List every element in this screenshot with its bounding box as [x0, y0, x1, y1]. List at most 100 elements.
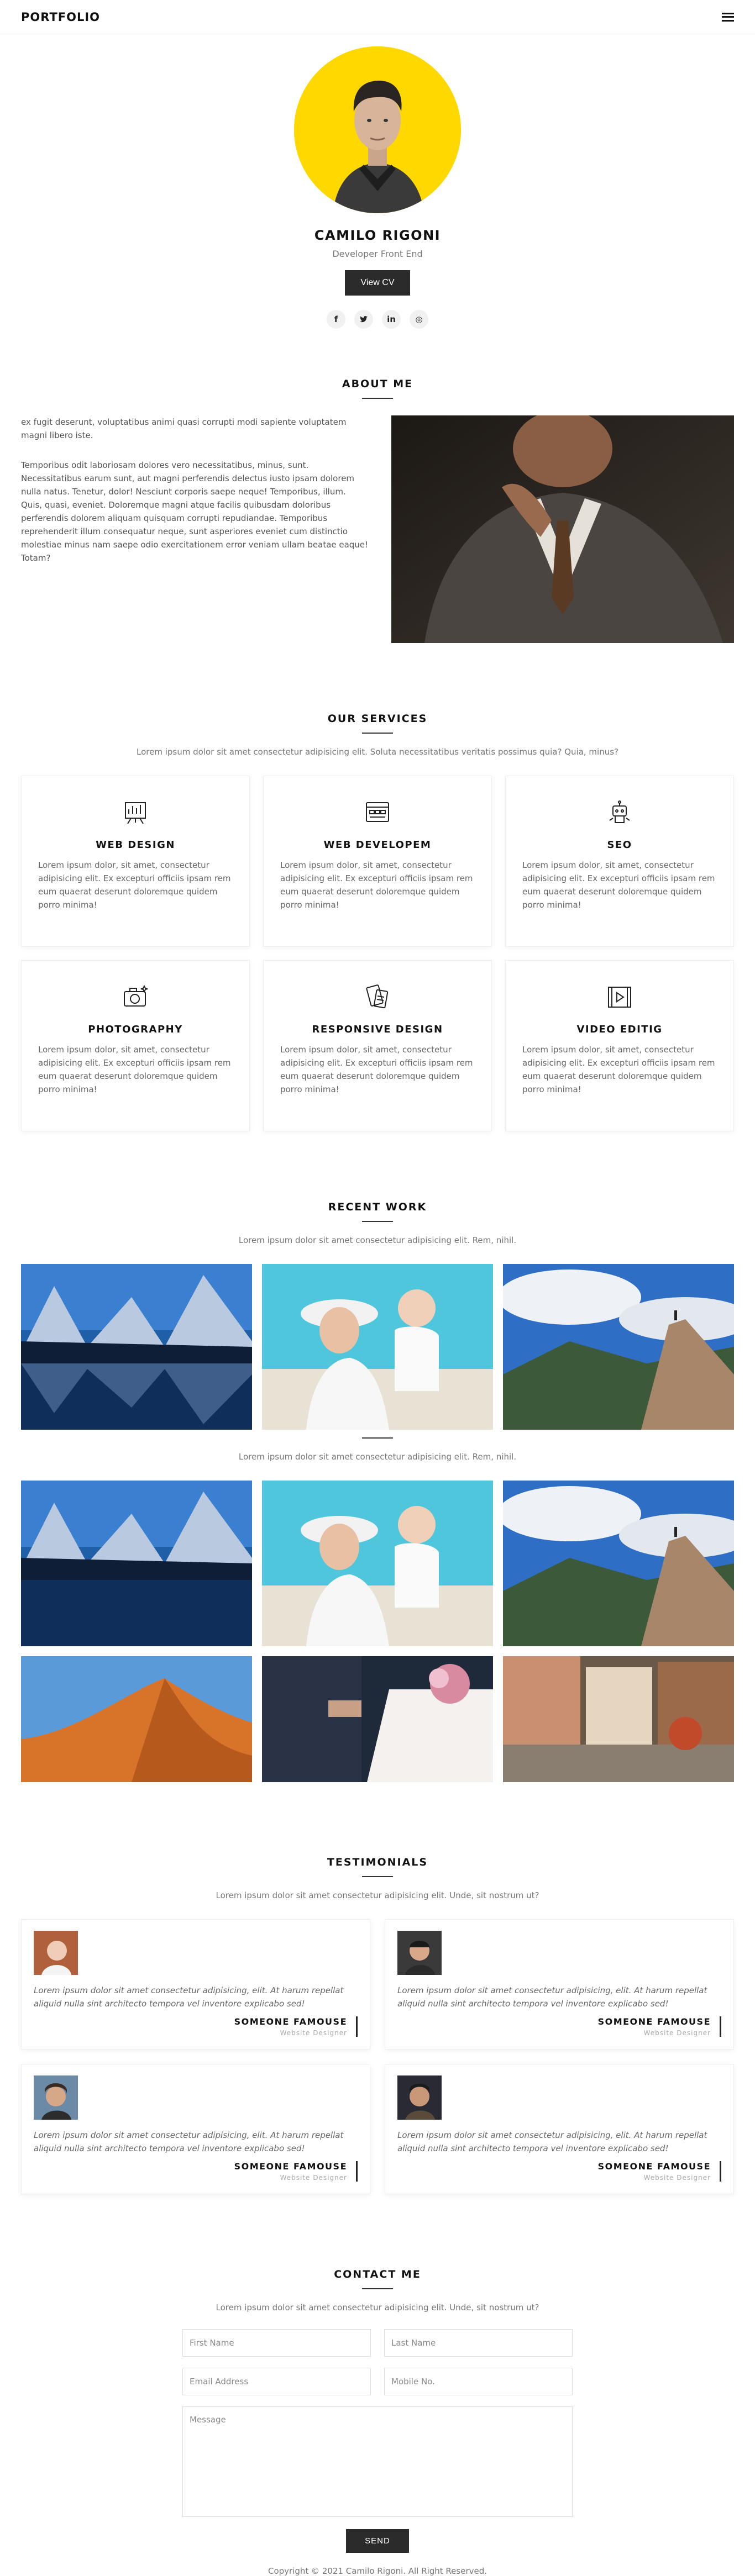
gallery-photo-mother-baby[interactable] [262, 1481, 493, 1646]
testimonials-title: TESTIMONIALS [327, 1856, 428, 1868]
contact-form: First Name Last Name Email Address Mobil… [182, 2329, 573, 2553]
robot-icon [605, 798, 634, 827]
work-title: RECENT WORK [328, 1201, 427, 1213]
brand-logo[interactable]: PORTFOLIO [21, 10, 100, 24]
gallery-photo-wedding[interactable] [262, 1656, 493, 1782]
camera-icon [121, 983, 150, 1012]
devices-icon [363, 983, 392, 1012]
last-name-field[interactable]: Last Name [384, 2329, 573, 2357]
service-card-web-development: WEB DEVELOPEM Lorem ipsum dolor, sit ame… [263, 776, 492, 947]
service-text: Lorem ipsum dolor, sit amet, consectetur… [280, 860, 473, 910]
first-name-field[interactable]: First Name [182, 2329, 371, 2357]
service-card-responsive-design: RESPONSIVE DESIGN Lorem ipsum dolor, sit… [263, 960, 492, 1131]
service-text: Lorem ipsum dolor, sit amet, consectetur… [522, 1045, 715, 1094]
contact-subtitle: Lorem ipsum dolor sit amet consectetur a… [216, 2303, 539, 2312]
gallery-photo-mountain-lake[interactable] [21, 1481, 252, 1646]
gallery-photo-cliff-hiker[interactable] [503, 1481, 734, 1646]
top-navbar: PORTFOLIO [0, 0, 755, 34]
testimonial-name: SOMEONE FAMOUSE [597, 2161, 711, 2172]
service-text: Lorem ipsum dolor, sit amet, consectetur… [280, 1045, 473, 1094]
about-photo [391, 415, 734, 643]
testimonial-avatar [34, 1931, 78, 1975]
title-divider [362, 1437, 393, 1439]
gallery-photo-town-square[interactable] [503, 1656, 734, 1782]
profile-role: Developer Front End [332, 249, 423, 259]
testimonial-card: Lorem ipsum dolor sit amet consectetur a… [385, 1919, 734, 2050]
gallery-row-2 [21, 1481, 734, 1782]
about-title: ABOUT ME [342, 378, 413, 390]
testimonial-avatar [34, 2075, 78, 2120]
services-subtitle: Lorem ipsum dolor sit amet consectetur a… [137, 747, 618, 757]
contact-title: CONTACT ME [334, 2268, 421, 2280]
testimonials-section: TESTIMONIALS Lorem ipsum dolor sit amet … [21, 1856, 734, 2194]
gallery-photo-desert-dune[interactable] [21, 1656, 252, 1782]
title-divider [362, 1221, 393, 1222]
facebook-icon[interactable]: f [327, 310, 345, 329]
gallery-photo-cliff-hiker[interactable] [503, 1264, 734, 1430]
testimonial-avatar [397, 1931, 442, 1975]
service-card-video-editing: VIDEO EDITIG Lorem ipsum dolor, sit amet… [505, 960, 734, 1131]
browser-code-icon [363, 798, 392, 827]
social-links: f in ◎ [0, 310, 755, 329]
testimonial-card: Lorem ipsum dolor sit amet consectetur a… [21, 2064, 370, 2194]
hamburger-menu-icon[interactable] [722, 12, 734, 22]
testimonial-role: Website Designer [643, 2174, 711, 2182]
title-divider [362, 398, 393, 399]
message-field[interactable]: Message [182, 2406, 573, 2517]
view-cv-button[interactable]: View CV [345, 270, 410, 296]
service-card-seo: SEO Lorem ipsum dolor, sit amet, consect… [505, 776, 734, 947]
service-text: Lorem ipsum dolor, sit amet, consectetur… [38, 1045, 231, 1094]
title-divider [362, 2288, 393, 2289]
send-button[interactable]: SEND [346, 2529, 409, 2553]
title-divider [362, 1876, 393, 1877]
service-card-web-design: WEB DESIGN Lorem ipsum dolor, sit amet, … [21, 776, 250, 947]
service-text: Lorem ipsum dolor, sit amet, consectetur… [38, 860, 231, 910]
testimonial-name: SOMEONE FAMOUSE [234, 2161, 347, 2172]
profile-avatar [294, 46, 461, 213]
instagram-icon[interactable]: ◎ [410, 310, 428, 329]
about-text: ex fugit deserunt, voluptatibus animi qu… [21, 415, 369, 643]
video-icon [605, 983, 634, 1012]
testimonial-card: Lorem ipsum dolor sit amet consectetur a… [385, 2064, 734, 2194]
copyright-text: Copyright © 2021 Camilo Rigoni. All Righ… [268, 2566, 487, 2576]
title-divider [362, 733, 393, 734]
testimonial-card: Lorem ipsum dolor sit amet consectetur a… [21, 1919, 370, 2050]
twitter-icon[interactable] [354, 310, 373, 329]
testimonial-role: Website Designer [643, 2029, 711, 2037]
service-name: PHOTOGRAPHY [88, 1024, 183, 1035]
about-paragraph-1: ex fugit deserunt, voluptatibus animi qu… [21, 417, 347, 440]
linkedin-icon[interactable]: in [382, 310, 401, 329]
service-name: WEB DEVELOPEM [323, 839, 432, 851]
service-text: Lorem ipsum dolor, sit amet, consectetur… [522, 860, 715, 910]
testimonial-name: SOMEONE FAMOUSE [234, 2016, 347, 2027]
service-name: SEO [607, 839, 632, 851]
work-subtitle-2: Lorem ipsum dolor sit amet consectetur a… [238, 1452, 517, 1462]
about-paragraph-2: Temporibus odit laboriosam dolores vero … [21, 460, 369, 563]
service-card-photography: PHOTOGRAPHY Lorem ipsum dolor, sit amet,… [21, 960, 250, 1131]
profile-photo [294, 46, 461, 213]
testimonial-quote: Lorem ipsum dolor sit amet consectetur a… [34, 2130, 344, 2153]
testimonial-quote: Lorem ipsum dolor sit amet consectetur a… [397, 2130, 707, 2153]
about-section: ABOUT ME ex fugit deserunt, voluptatibus… [21, 378, 734, 643]
services-section: OUR SERVICES Lorem ipsum dolor sit amet … [21, 713, 734, 1131]
service-name: VIDEO EDITIG [576, 1024, 663, 1035]
testimonial-role: Website Designer [280, 2029, 347, 2037]
gallery-row-1 [21, 1264, 734, 1430]
services-title: OUR SERVICES [327, 713, 428, 725]
service-name: RESPONSIVE DESIGN [312, 1024, 443, 1035]
testimonial-quote: Lorem ipsum dolor sit amet consectetur a… [34, 1985, 344, 2009]
recent-work-section: RECENT WORK Lorem ipsum dolor sit amet c… [21, 1201, 734, 1782]
email-field[interactable]: Email Address [182, 2368, 371, 2395]
service-name: WEB DESIGN [96, 839, 175, 851]
contact-section: CONTACT ME Lorem ipsum dolor sit amet co… [21, 2268, 734, 2576]
testimonial-quote: Lorem ipsum dolor sit amet consectetur a… [397, 1985, 707, 2009]
testimonial-avatar [397, 2075, 442, 2120]
testimonial-name: SOMEONE FAMOUSE [597, 2016, 711, 2027]
testimonials-subtitle: Lorem ipsum dolor sit amet consectetur a… [216, 1890, 539, 1900]
gallery-photo-mother-baby[interactable] [262, 1264, 493, 1430]
presentation-icon [121, 798, 150, 827]
work-subtitle: Lorem ipsum dolor sit amet consectetur a… [238, 1235, 517, 1245]
mobile-field[interactable]: Mobile No. [384, 2368, 573, 2395]
testimonial-role: Website Designer [280, 2174, 347, 2182]
gallery-photo-mountain-lake[interactable] [21, 1264, 252, 1430]
